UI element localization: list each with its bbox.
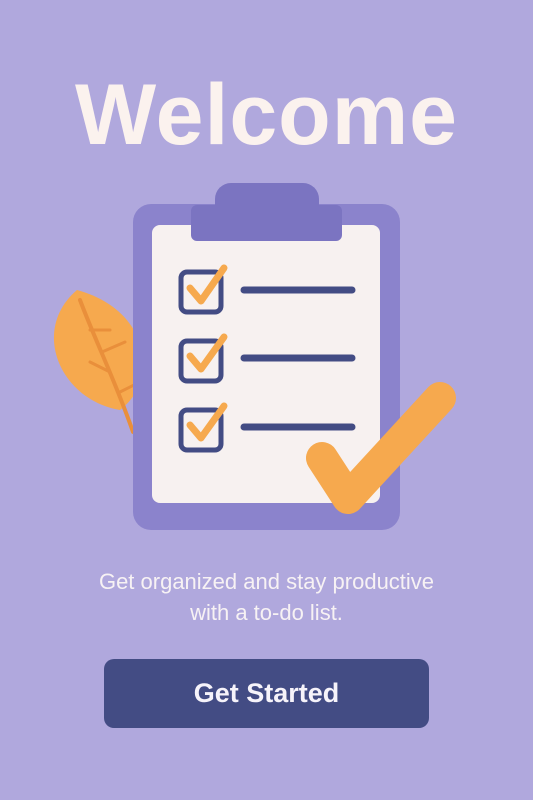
subtitle: Get organized and stay productive with a… [40, 566, 493, 628]
clipboard-clip [191, 183, 342, 241]
get-started-button[interactable]: Get Started [104, 659, 429, 728]
welcome-screen: Welcome Get organized and stay productiv… [0, 0, 533, 800]
clipboard-paper [152, 225, 380, 503]
subtitle-line-2: with a to-do list. [190, 600, 343, 625]
subtitle-line-1: Get organized and stay productive [98, 569, 435, 594]
leaf-icon [53, 290, 144, 434]
